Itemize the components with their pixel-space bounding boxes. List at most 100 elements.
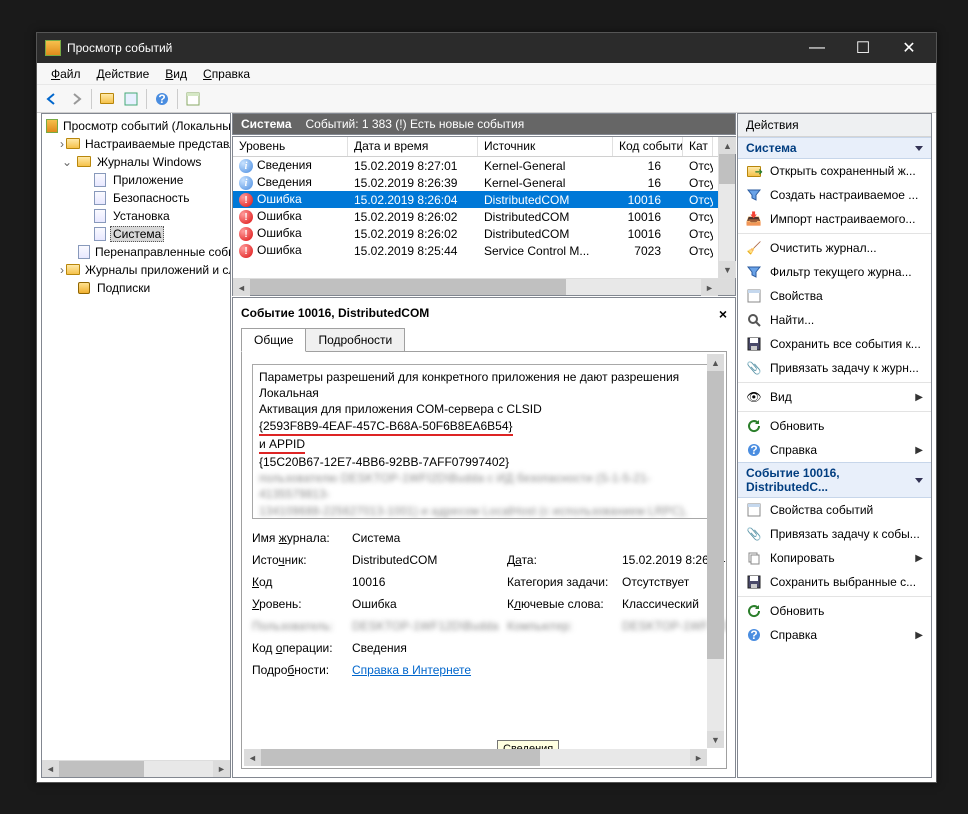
tree-application[interactable]: Приложение xyxy=(44,171,228,188)
appid-label: и APPID xyxy=(259,436,305,454)
menu-help[interactable]: Справка xyxy=(195,65,258,83)
description-box[interactable]: Параметры разрешений для конкретного при… xyxy=(252,364,716,519)
action-save[interactable]: Сохранить все события к... xyxy=(738,332,931,356)
menu-file[interactable]: Файл xyxy=(43,65,89,83)
col-level[interactable]: Уровень xyxy=(233,137,348,156)
clsid-value: {2593F8B9-4EAF-457C-B68A-50F6B8EA6B54} xyxy=(259,418,513,436)
action-attach[interactable]: 📎Привязать задачу к журн... xyxy=(738,356,931,380)
scroll-right-icon[interactable]: ► xyxy=(701,279,718,296)
action-copy[interactable]: Копировать▶ xyxy=(738,546,931,570)
table-row[interactable]: iСведения15.02.2019 8:26:39Kernel-Genera… xyxy=(233,174,718,191)
action-import[interactable]: 📥Импорт настраиваемого... xyxy=(738,207,931,231)
scroll-left-icon[interactable]: ◄ xyxy=(42,761,59,778)
back-button[interactable] xyxy=(41,88,63,110)
event-detail-pane: Событие 10016, DistributedCOM × Общие По… xyxy=(232,297,736,778)
filter-icon xyxy=(746,187,762,203)
tree-forwarded[interactable]: Перенаправленные события xyxy=(44,243,228,260)
action-attach[interactable]: 📎Привязать задачу к собы... xyxy=(738,522,931,546)
action-refresh[interactable]: Обновить xyxy=(738,599,931,623)
col-category[interactable]: Кат xyxy=(683,137,713,156)
props-icon xyxy=(746,502,762,518)
action-props[interactable]: Свойства событий xyxy=(738,498,931,522)
grid-hscrollbar[interactable]: ◄ ► xyxy=(233,278,735,295)
col-source[interactable]: Источник xyxy=(478,137,613,156)
tree-subscriptions[interactable]: Подписки xyxy=(44,279,228,296)
tree-windows-logs[interactable]: ⌄Журналы Windows xyxy=(44,153,228,170)
action-clear[interactable]: 🧹Очистить журнал... xyxy=(738,236,931,260)
tree-root[interactable]: Просмотр событий (Локальный) xyxy=(44,117,228,134)
tab-details[interactable]: Подробности xyxy=(305,328,405,352)
menu-view[interactable]: Вид xyxy=(157,65,195,83)
window-title: Просмотр событий xyxy=(67,41,794,55)
chevron-right-icon: ▶ xyxy=(915,392,923,403)
center-pane: Система Событий: 1 383 (!) Есть новые со… xyxy=(232,113,736,778)
open-icon: ➜ xyxy=(746,163,762,179)
tree-pane: Просмотр событий (Локальный) ›Настраивае… xyxy=(41,113,231,778)
menu-action[interactable]: Действие xyxy=(89,65,158,83)
grid-header[interactable]: Уровень Дата и время Источник Код событи… xyxy=(233,137,718,157)
scroll-up-icon[interactable]: ▲ xyxy=(719,137,736,154)
action-help[interactable]: ?Справка▶ xyxy=(738,623,931,647)
action-props[interactable]: Свойства xyxy=(738,284,931,308)
table-row[interactable]: iСведения15.02.2019 8:27:01Kernel-Genera… xyxy=(233,157,718,174)
help-button[interactable]: ? xyxy=(151,88,173,110)
tree-hscrollbar[interactable]: ◄ ► xyxy=(42,760,230,777)
tab-general-body: Параметры разрешений для конкретного при… xyxy=(241,351,727,769)
info-icon: i xyxy=(239,159,253,173)
save-icon xyxy=(746,574,762,590)
info-icon: i xyxy=(239,176,253,190)
properties-button[interactable] xyxy=(120,88,142,110)
grid-body[interactable]: iСведения15.02.2019 8:27:01Kernel-Genera… xyxy=(233,157,718,278)
tab-general[interactable]: Общие xyxy=(241,328,306,352)
action-view[interactable]: 👁Вид▶ xyxy=(738,385,931,409)
actions-section-event[interactable]: Событие 10016, DistributedC... xyxy=(738,462,931,498)
help-icon: ? xyxy=(746,627,762,643)
clear-icon: 🧹 xyxy=(746,240,762,256)
grid-vscrollbar[interactable]: ▲ ▼ xyxy=(718,137,735,278)
action-help[interactable]: ?Справка▶ xyxy=(738,438,931,462)
find-icon xyxy=(746,312,762,328)
svg-text:?: ? xyxy=(750,628,757,642)
maximize-button[interactable]: ☐ xyxy=(840,33,886,63)
center-subtitle: Событий: 1 383 (!) Есть новые события xyxy=(306,117,525,131)
error-icon: ! xyxy=(239,227,253,241)
table-row[interactable]: !Ошибка15.02.2019 8:26:02DistributedCOM1… xyxy=(233,225,718,242)
action-save[interactable]: Сохранить выбранные с... xyxy=(738,570,931,594)
actions-title: Действия xyxy=(738,114,931,137)
scroll-right-icon[interactable]: ► xyxy=(213,761,230,778)
svg-text:?: ? xyxy=(158,92,165,106)
tree-custom-views[interactable]: ›Настраиваемые представления xyxy=(44,135,228,152)
action-find[interactable]: Найти... xyxy=(738,308,931,332)
action-filter[interactable]: Создать настраиваемое ... xyxy=(738,183,931,207)
tree-app-services[interactable]: ›Журналы приложений и служб xyxy=(44,261,228,278)
forward-button[interactable] xyxy=(65,88,87,110)
table-row[interactable]: !Ошибка15.02.2019 8:25:44Service Control… xyxy=(233,242,718,259)
scroll-left-icon[interactable]: ◄ xyxy=(233,279,250,296)
tree-system[interactable]: Система xyxy=(44,225,228,242)
attach-icon: 📎 xyxy=(746,526,762,542)
menubar: Файл Действие Вид Справка xyxy=(37,63,936,85)
table-row[interactable]: !Ошибка15.02.2019 8:26:04DistributedCOM1… xyxy=(233,191,718,208)
tree-setup[interactable]: Установка xyxy=(44,207,228,224)
detail-vscrollbar[interactable]: ▲▼ xyxy=(707,354,724,748)
app-icon xyxy=(45,40,61,56)
col-code[interactable]: Код события xyxy=(613,137,683,156)
scroll-down-icon[interactable]: ▼ xyxy=(719,261,736,278)
show-tree-button[interactable] xyxy=(96,88,118,110)
minimize-button[interactable]: — xyxy=(794,33,840,63)
action-open[interactable]: ➜Открыть сохраненный ж... xyxy=(738,159,931,183)
online-help-link[interactable]: Справка в Интернете xyxy=(352,663,471,677)
error-icon: ! xyxy=(239,210,253,224)
detail-hscrollbar[interactable]: ◄► xyxy=(244,749,707,766)
actions-section-system[interactable]: Система xyxy=(738,137,931,159)
action-refresh[interactable]: Обновить xyxy=(738,414,931,438)
view-button[interactable] xyxy=(182,88,204,110)
props-icon xyxy=(746,288,762,304)
detail-close-button[interactable]: × xyxy=(719,306,727,322)
action-filter[interactable]: Фильтр текущего журна... xyxy=(738,260,931,284)
col-datetime[interactable]: Дата и время xyxy=(348,137,478,156)
close-button[interactable]: ✕ xyxy=(886,33,932,63)
tree-security[interactable]: Безопасность xyxy=(44,189,228,206)
titlebar[interactable]: Просмотр событий — ☐ ✕ xyxy=(37,33,936,63)
table-row[interactable]: !Ошибка15.02.2019 8:26:02DistributedCOM1… xyxy=(233,208,718,225)
